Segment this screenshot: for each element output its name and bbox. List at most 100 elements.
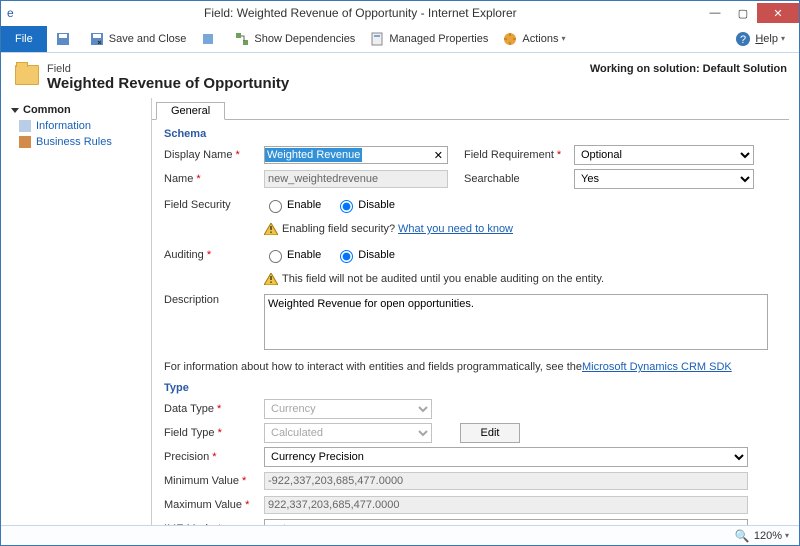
auditing-label: Auditing [164, 249, 264, 261]
nav-business-rules[interactable]: Business Rules [11, 134, 147, 150]
save-button[interactable] [55, 26, 75, 52]
actions-icon [502, 31, 518, 47]
clear-input-icon[interactable]: ✕ [430, 149, 447, 162]
searchable-label: Searchable [464, 173, 574, 185]
rules-icon [19, 136, 31, 148]
collapse-icon [11, 108, 19, 113]
nav-panel: Common Information Business Rules [11, 98, 151, 525]
edit-button[interactable]: Edit [460, 423, 520, 443]
page-header: Field Weighted Revenue of Opportunity Wo… [11, 59, 789, 98]
actions-menu[interactable]: Actions▾ [502, 26, 565, 52]
form: Schema Display Name Weighted Revenue ✕ F… [152, 120, 789, 525]
show-dependencies-button[interactable]: Show Dependencies [234, 26, 355, 52]
warning-icon [264, 273, 278, 285]
page-title: Weighted Revenue of Opportunity [47, 75, 289, 92]
chevron-down-icon: ▾ [561, 34, 565, 43]
help-icon: ? [735, 31, 751, 47]
main-panel: General Schema Display Name Weighted Rev… [151, 98, 789, 525]
magnifier-icon: 🔍 [735, 529, 750, 543]
enable-label2: Enable [287, 249, 321, 261]
precision-label: Precision [164, 451, 264, 463]
field-icon [15, 65, 39, 85]
nav-group-label: Common [23, 104, 71, 116]
minimize-button[interactable]: — [701, 3, 729, 23]
enable-label: Enable [287, 199, 321, 211]
solution-label: Working on solution: Default Solution [590, 63, 787, 75]
body: Common Information Business Rules Genera… [11, 98, 789, 525]
help-label: H [755, 33, 763, 45]
max-value-input [264, 496, 748, 514]
security-hint-text: Enabling field security? [282, 223, 395, 235]
field-security-enable[interactable] [269, 200, 282, 213]
display-name-value: Weighted Revenue [265, 148, 362, 162]
min-value-label: Minimum Value [164, 475, 264, 487]
tab-general[interactable]: General [156, 102, 225, 120]
zoom-value: 120% [754, 530, 782, 542]
managed-props-label: Managed Properties [389, 33, 488, 45]
save-icon [55, 31, 71, 47]
type-section: Type [164, 382, 777, 394]
close-button[interactable]: ✕ [757, 3, 799, 23]
display-name-label: Display Name [164, 149, 264, 161]
name-label: Name [164, 173, 264, 185]
data-type-label: Data Type [164, 403, 264, 415]
field-requirement-label: Field Requirement [464, 149, 574, 161]
content: Field Weighted Revenue of Opportunity Wo… [1, 53, 799, 525]
field-security-disable[interactable] [340, 200, 353, 213]
toolbar-button[interactable] [200, 26, 220, 52]
field-requirement-select[interactable]: Optional [574, 145, 754, 165]
tab-bar: General [152, 98, 789, 120]
window-title: Field: Weighted Revenue of Opportunity -… [20, 6, 701, 20]
name-input [264, 170, 448, 188]
help-label-2: elp [763, 33, 778, 45]
nav-group-common[interactable]: Common [11, 102, 147, 118]
precision-select[interactable]: Currency Precision [264, 447, 748, 467]
warning-icon [264, 223, 278, 235]
field-security-label: Field Security [164, 199, 264, 211]
sdk-hint-text: For information about how to interact wi… [164, 361, 582, 373]
info-icon [19, 120, 31, 132]
status-bar: 🔍 120% ▾ [1, 525, 799, 545]
chevron-down-icon: ▾ [785, 531, 789, 540]
nav-rules-label: Business Rules [36, 136, 112, 148]
auditing-enable[interactable] [269, 250, 282, 263]
show-deps-label: Show Dependencies [254, 33, 355, 45]
field-type-label: Field Type [164, 427, 264, 439]
schema-section: Schema [164, 128, 777, 140]
sdk-link[interactable]: Microsoft Dynamics CRM SDK [582, 361, 732, 373]
auditing-hint-text: This field will not be audited until you… [282, 273, 604, 285]
security-hint-link[interactable]: What you need to know [398, 223, 513, 235]
titlebar: e Field: Weighted Revenue of Opportunity… [1, 1, 799, 25]
help-menu[interactable]: ? Help▾ [735, 26, 785, 52]
description-label: Description [164, 294, 264, 306]
nav-info-label: Information [36, 120, 91, 132]
save-close-icon [89, 31, 105, 47]
zoom-control[interactable]: 🔍 120% ▾ [735, 529, 789, 543]
auditing-disable[interactable] [340, 250, 353, 263]
maximize-button[interactable]: ▢ [729, 3, 757, 23]
save-and-close-button[interactable]: Save and Close [89, 26, 187, 52]
ie-icon: e [7, 6, 14, 20]
display-name-input[interactable]: Weighted Revenue ✕ [264, 146, 448, 164]
chevron-down-icon: ▾ [781, 34, 785, 43]
min-value-input [264, 472, 748, 490]
actions-label: Actions [522, 33, 558, 45]
searchable-select[interactable]: Yes [574, 169, 754, 189]
dependencies-icon [234, 31, 250, 47]
properties-icon [369, 31, 385, 47]
max-value-label: Maximum Value [164, 499, 264, 511]
ribbon: File Save and Close Show Dependencies Ma… [1, 25, 799, 53]
disable-label2: Disable [358, 249, 395, 261]
window: e Field: Weighted Revenue of Opportunity… [0, 0, 800, 546]
field-type-select: Calculated [264, 423, 432, 443]
save-close-label: Save and Close [109, 33, 187, 45]
file-menu[interactable]: File [1, 26, 47, 52]
description-input[interactable]: Weighted Revenue for open opportunities. [264, 294, 768, 350]
managed-properties-button[interactable]: Managed Properties [369, 26, 488, 52]
svg-text:?: ? [740, 34, 746, 46]
generic-icon [200, 31, 216, 47]
nav-information[interactable]: Information [11, 118, 147, 134]
header-kicker: Field [47, 63, 289, 75]
data-type-select: Currency [264, 399, 432, 419]
disable-label: Disable [358, 199, 395, 211]
